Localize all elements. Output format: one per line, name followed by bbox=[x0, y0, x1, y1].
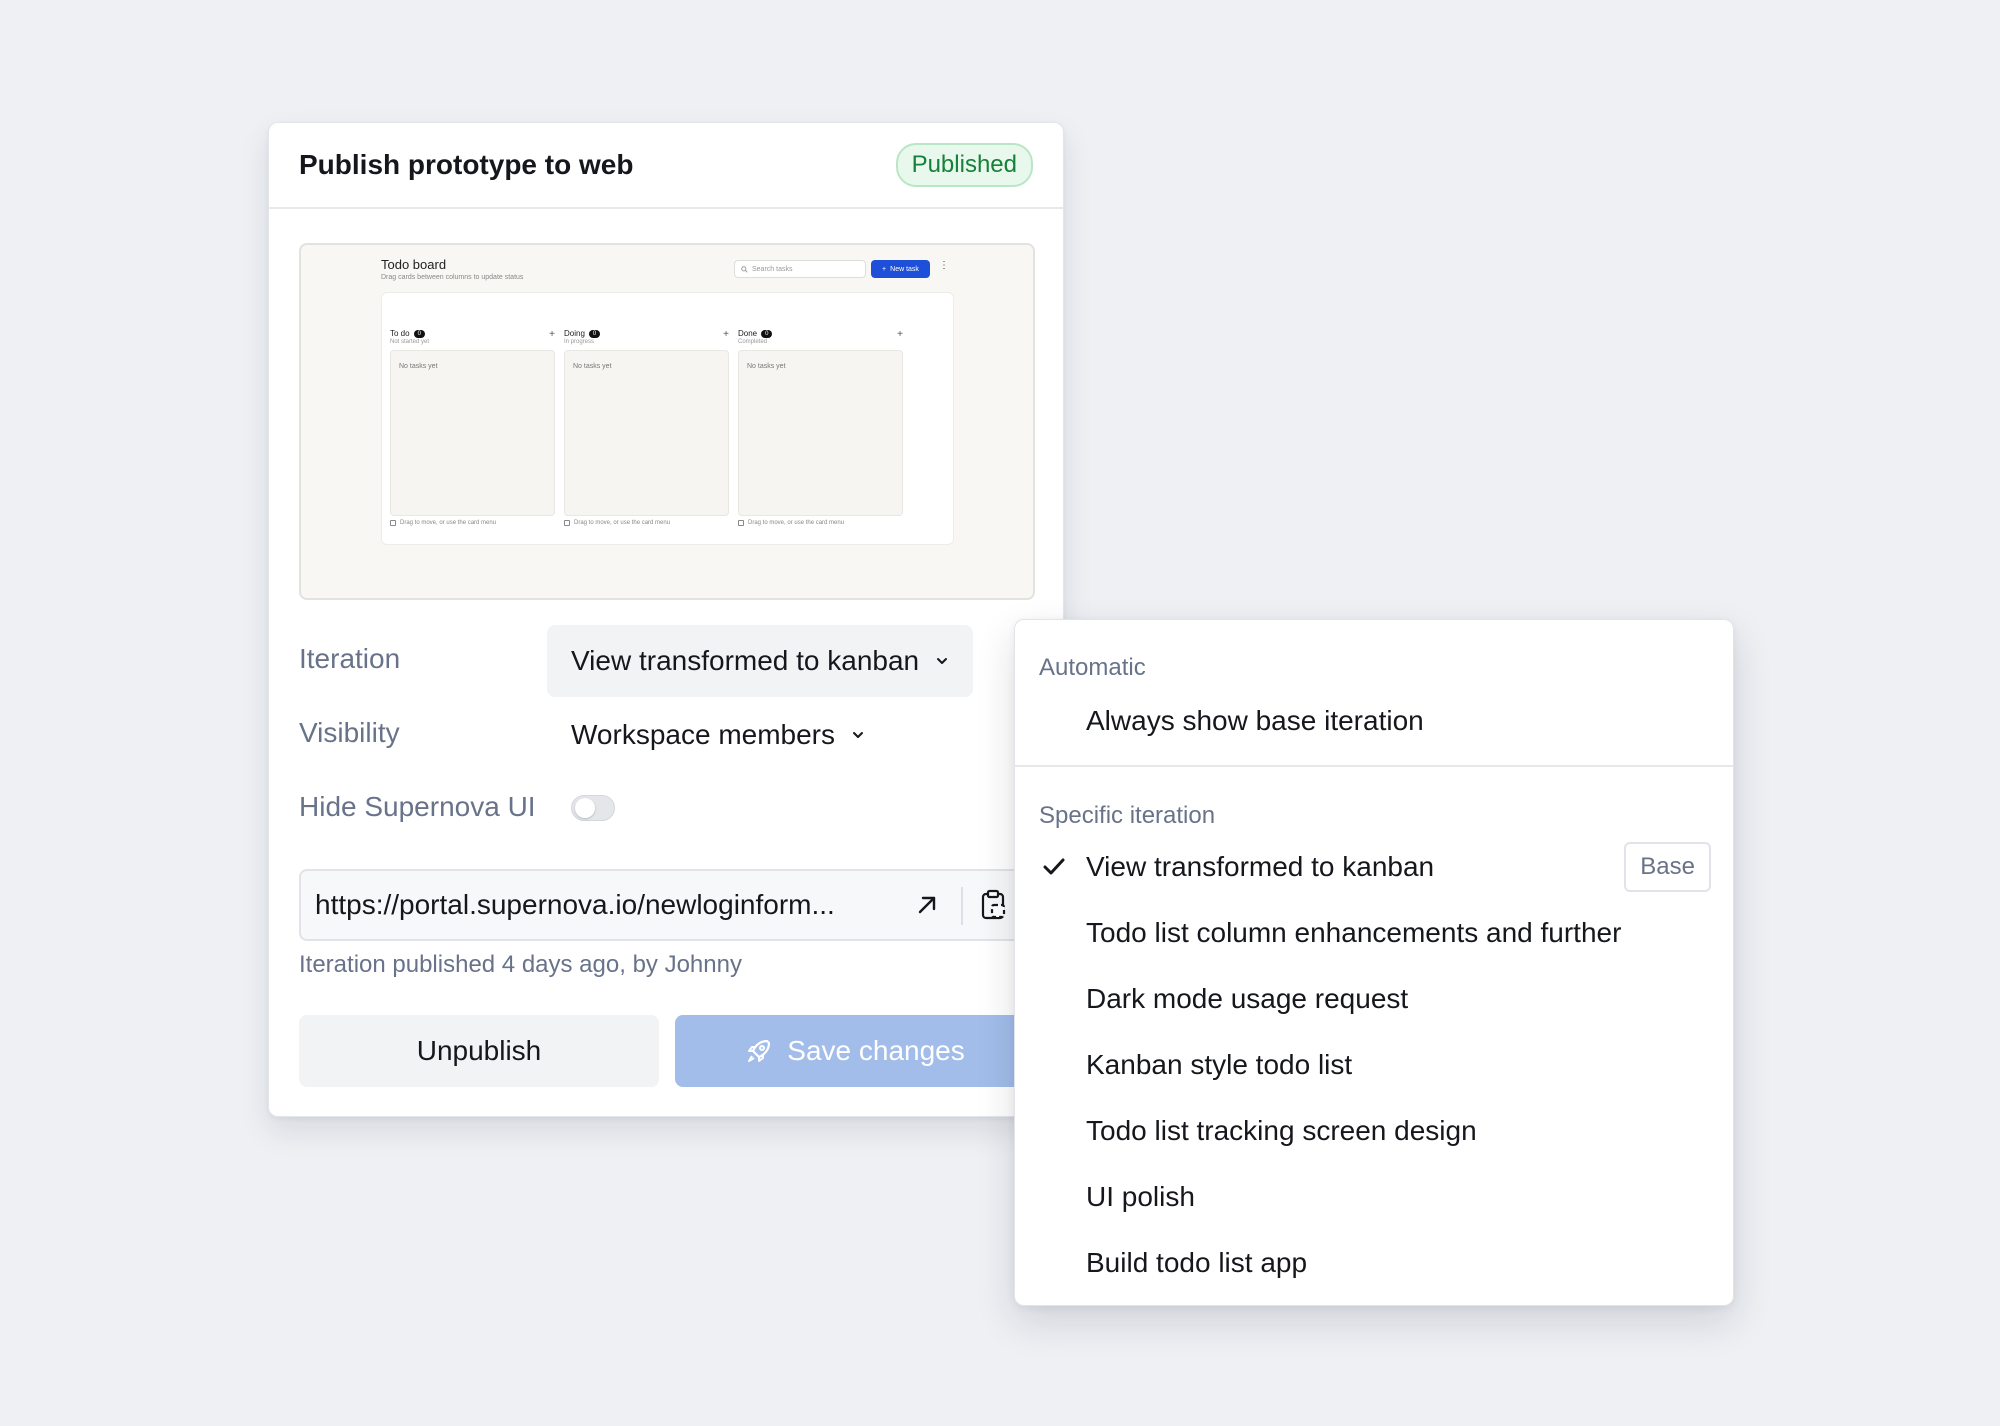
preview-column-empty: No tasks yet bbox=[564, 350, 729, 516]
option-base-iteration[interactable]: Always show base iteration bbox=[1015, 691, 1733, 751]
preview-new-task-button: + New task bbox=[871, 260, 930, 278]
preview-column-count: 0 bbox=[761, 329, 773, 338]
menu-divider bbox=[1015, 765, 1733, 767]
copy-icon[interactable] bbox=[979, 889, 1009, 921]
iteration-select-value: View transformed to kanban bbox=[571, 645, 920, 676]
specific-heading: Specific iteration bbox=[1039, 802, 1216, 829]
panel-header: Publish prototype to web Published bbox=[269, 123, 1063, 209]
option-label: View transformed to kanban bbox=[1086, 851, 1435, 882]
option-iteration[interactable]: Todo list column enhancements and furthe… bbox=[1015, 903, 1733, 963]
option-label: Dark mode usage request bbox=[1086, 983, 1409, 1014]
save-changes-button[interactable]: Save changes bbox=[675, 1015, 1035, 1087]
preview-column-subtitle: In progress bbox=[564, 339, 595, 345]
option-iteration[interactable]: UI polish bbox=[1015, 1167, 1733, 1227]
preview-column-hint: Drag to move, or use the card menu bbox=[574, 520, 671, 526]
iteration-select[interactable]: View transformed to kanban bbox=[547, 625, 974, 697]
preview-column: Doing 0 In progress + No tasks yet Drag t… bbox=[564, 329, 729, 526]
unpublish-button[interactable]: Unpublish bbox=[299, 1015, 659, 1087]
published-meta: Iteration published 4 days ago, by Johnn… bbox=[299, 951, 742, 978]
iteration-label: Iteration bbox=[299, 643, 401, 674]
drag-icon bbox=[564, 520, 570, 526]
preview-column-count: 0 bbox=[413, 329, 425, 338]
option-label: Kanban style todo list bbox=[1086, 1049, 1353, 1080]
option-label: Always show base iteration bbox=[1086, 705, 1424, 736]
preview-column-empty: No tasks yet bbox=[390, 350, 555, 516]
chevron-down-icon bbox=[937, 658, 948, 664]
preview-board: To do 0 Not started yet + No tasks yet Dr… bbox=[381, 292, 954, 545]
toggle-knob bbox=[575, 798, 595, 818]
drag-icon bbox=[738, 520, 744, 526]
add-icon: + bbox=[723, 329, 729, 340]
option-iteration[interactable]: Build todo list app bbox=[1015, 1233, 1733, 1293]
option-iteration[interactable]: View transformed to kanban Base bbox=[1015, 837, 1733, 897]
visibility-select-value: Workspace members bbox=[571, 719, 836, 750]
preview-title: Todo board bbox=[381, 257, 447, 272]
visibility-select[interactable]: Workspace members bbox=[547, 699, 889, 771]
preview-subtitle: Drag cards between columns to update sta… bbox=[381, 274, 524, 281]
preview-column: To do 0 Not started yet + No tasks yet Dr… bbox=[390, 329, 555, 526]
preview-column-hint: Drag to move, or use the card menu bbox=[748, 520, 845, 526]
published-url-text: https://portal.supernova.io/newloginform… bbox=[315, 889, 835, 920]
preview-column-name: Doing bbox=[564, 329, 585, 338]
preview-new-task-label: New task bbox=[890, 265, 919, 273]
visibility-label: Visibility bbox=[299, 717, 400, 748]
publish-panel: Publish prototype to web Published Todo … bbox=[268, 122, 1064, 1117]
option-label: UI polish bbox=[1086, 1181, 1195, 1212]
external-link-icon[interactable] bbox=[913, 891, 941, 919]
base-tag: Base bbox=[1624, 842, 1711, 892]
check-icon bbox=[1043, 858, 1065, 875]
panel-title: Publish prototype to web bbox=[299, 149, 634, 180]
search-icon bbox=[741, 265, 748, 273]
more-icon: ⋮ bbox=[939, 260, 949, 271]
url-divider bbox=[961, 887, 963, 925]
preview-search: Search tasks bbox=[734, 260, 866, 278]
add-icon: + bbox=[549, 329, 555, 340]
option-label: Todo list tracking screen design bbox=[1086, 1115, 1477, 1146]
preview-column-name: To do bbox=[390, 329, 410, 338]
preview-column-hint: Drag to move, or use the card menu bbox=[400, 520, 497, 526]
hide-ui-label: Hide Supernova UI bbox=[299, 791, 536, 822]
plus-icon: + bbox=[882, 265, 887, 273]
chevron-down-icon bbox=[853, 732, 864, 738]
preview-search-placeholder: Search tasks bbox=[752, 265, 793, 273]
option-iteration[interactable]: Todo list tracking screen design bbox=[1015, 1101, 1733, 1161]
preview-column-subtitle: Not started yet bbox=[390, 339, 430, 345]
preview-column-name: Done bbox=[738, 329, 758, 338]
prototype-preview[interactable]: Todo board Drag cards between columns to… bbox=[299, 243, 1035, 600]
hide-ui-toggle[interactable] bbox=[571, 795, 615, 821]
status-badge: Published bbox=[895, 143, 1033, 187]
unpublish-button-label: Unpublish bbox=[416, 1035, 542, 1066]
rocket-icon bbox=[748, 1039, 771, 1062]
preview-column-count: 0 bbox=[588, 329, 601, 338]
save-changes-label: Save changes bbox=[787, 1035, 965, 1066]
automatic-heading: Automatic bbox=[1039, 654, 1146, 681]
add-icon: + bbox=[897, 329, 903, 340]
option-iteration[interactable]: Dark mode usage request bbox=[1015, 969, 1733, 1029]
preview-column-subtitle: Completed bbox=[738, 339, 768, 345]
option-iteration[interactable]: Kanban style todo list bbox=[1015, 1035, 1733, 1095]
iteration-dropdown-menu: Automatic Always show base iteration Spe… bbox=[1014, 619, 1734, 1306]
drag-icon bbox=[390, 520, 396, 526]
preview-column-empty: No tasks yet bbox=[738, 350, 903, 516]
option-label: Todo list column enhancements and furthe… bbox=[1086, 917, 1622, 948]
preview-column: Done 0 Completed + No tasks yet Drag to m… bbox=[738, 329, 903, 526]
published-url-field[interactable]: https://portal.supernova.io/newloginform… bbox=[299, 869, 1035, 941]
option-label: Build todo list app bbox=[1086, 1247, 1308, 1278]
